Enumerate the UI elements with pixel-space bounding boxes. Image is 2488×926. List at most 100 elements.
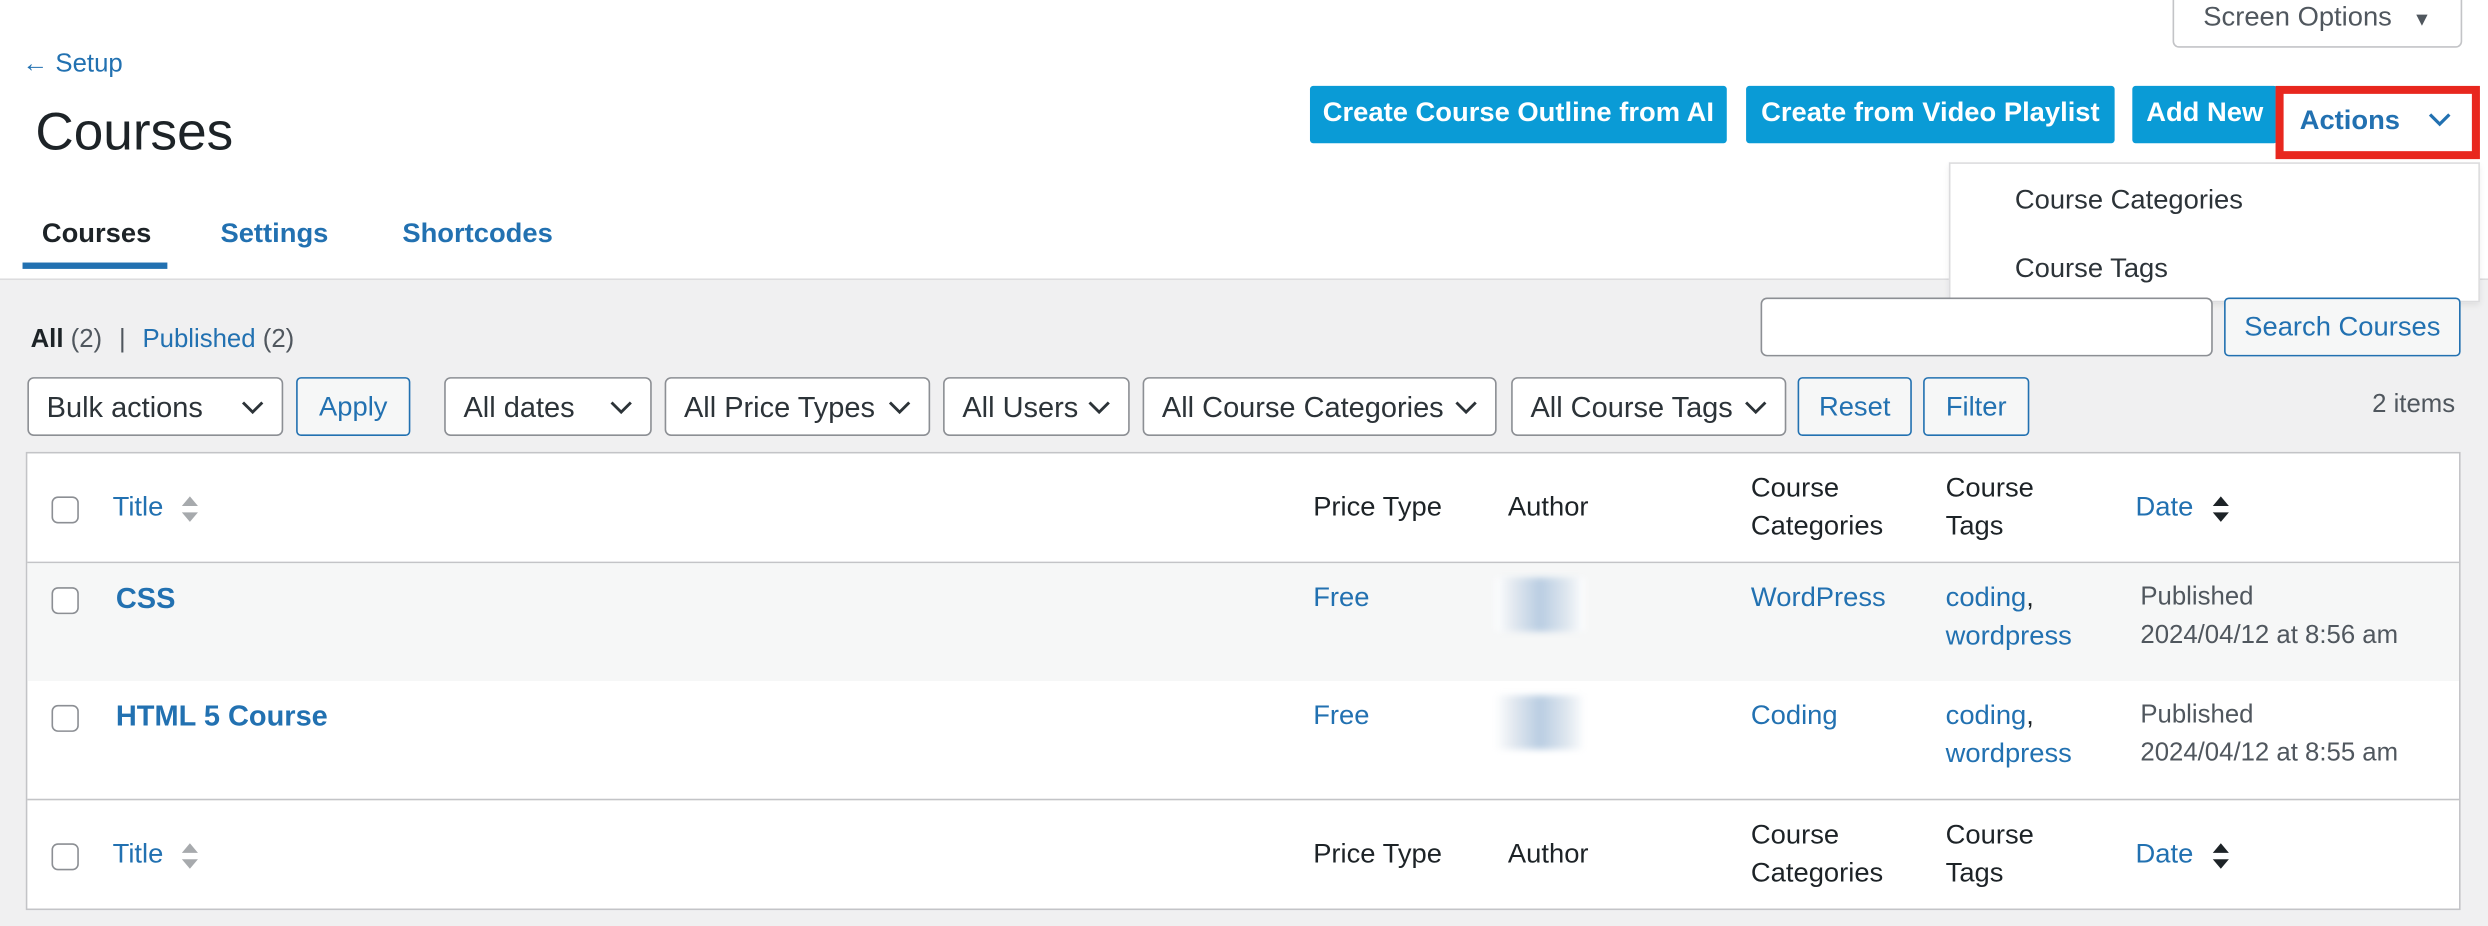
row-tag-link[interactable]: wordpress — [1946, 621, 2072, 651]
sort-icon — [182, 495, 199, 522]
col-title-label[interactable]: Title — [113, 839, 164, 869]
select-all-checkbox[interactable] — [51, 843, 79, 871]
row-title-cell: HTML 5 Course — [116, 697, 328, 737]
row-title-link[interactable]: CSS — [116, 582, 176, 614]
row-tag-link[interactable]: wordpress — [1946, 738, 2072, 768]
col-course-categories: Course Categories — [1751, 816, 1883, 892]
all-count: (2) — [70, 326, 103, 354]
col-course-categories-line2: Categories — [1750, 510, 1884, 541]
tab-courses[interactable]: Courses — [42, 218, 151, 250]
col-date-label[interactable]: Date — [2136, 492, 2194, 522]
row-title-cell: CSS — [116, 579, 176, 619]
chevron-down-icon — [610, 401, 632, 415]
col-course-categories-line2: Categories — [1750, 857, 1884, 888]
col-author: Author — [1507, 491, 1589, 522]
row-checkbox[interactable] — [51, 704, 79, 732]
col-course-tags: Course Tags — [1946, 816, 2034, 892]
active-tab-indicator — [22, 262, 168, 269]
select-all-checkbox[interactable] — [51, 496, 79, 524]
chevron-down-icon — [2428, 113, 2451, 127]
row-status: Published — [2140, 701, 2254, 729]
author-avatar — [1495, 695, 1586, 750]
chevron-down-icon — [888, 401, 911, 415]
actions-label: Actions — [2299, 105, 2401, 136]
bulk-actions-select[interactable]: Bulk actions — [27, 377, 284, 436]
status-filter-links: All (2) | Published (2) — [31, 326, 295, 355]
row-tags: coding, wordpress — [1945, 700, 2072, 769]
col-title[interactable]: Title — [113, 835, 200, 873]
course-tags-select[interactable]: All Course Tags — [1511, 377, 1787, 436]
col-price-type: Price Type — [1313, 491, 1442, 522]
row-tags: coding, wordpress — [1945, 582, 2072, 651]
row-date-value: 2024/04/12 at 8:56 am — [2140, 622, 2399, 650]
col-course-tags-line2: Tags — [1945, 510, 2004, 541]
create-outline-ai-button[interactable]: Create Course Outline from AI — [1309, 85, 1727, 144]
menu-item-course-tags[interactable]: Course Tags — [2015, 253, 2168, 285]
add-new-button[interactable]: Add New — [2132, 85, 2278, 144]
dates-select[interactable]: All dates — [444, 377, 652, 436]
row-date: Published 2024/04/12 at 8:55 am — [2140, 697, 2398, 773]
filter-published-link[interactable]: Published — [142, 326, 255, 353]
price-types-value: All Price Types — [683, 391, 876, 424]
row-tag-link[interactable]: coding — [1946, 700, 2027, 730]
users-select[interactable]: All Users — [943, 377, 1130, 436]
col-title[interactable]: Title — [113, 488, 200, 526]
tab-settings[interactable]: Settings — [220, 218, 328, 250]
table-row: CSS Free WordPress coding, wordpress Pub… — [27, 563, 2460, 681]
tab-shortcodes[interactable]: Shortcodes — [402, 218, 553, 250]
col-course-categories-line1: Course — [1750, 819, 1840, 850]
chevron-down-icon — [1745, 401, 1767, 415]
screen-options-label: Screen Options — [2203, 1, 2392, 32]
dates-value: All dates — [463, 391, 575, 424]
back-setup-link[interactable]: ← Setup — [23, 51, 123, 80]
col-title-label[interactable]: Title — [113, 492, 164, 522]
screen-options-button[interactable]: Screen Options ▼ — [2172, 0, 2463, 48]
chevron-down-icon — [1455, 401, 1477, 415]
filter-button[interactable]: Filter — [1923, 377, 2030, 436]
items-count: 2 items — [2372, 391, 2456, 419]
row-category-link[interactable]: Coding — [1751, 700, 1838, 730]
search-input[interactable] — [1760, 297, 2213, 357]
col-course-tags-line1: Course — [1945, 819, 2034, 850]
col-date-label[interactable]: Date — [2136, 839, 2194, 869]
row-checkbox[interactable] — [51, 587, 79, 615]
bulk-actions-value: Bulk actions — [46, 391, 203, 424]
separator: | — [118, 326, 126, 354]
col-course-categories: Course Categories — [1751, 469, 1883, 545]
row-status: Published — [2140, 583, 2254, 611]
published-count: (2) — [262, 326, 295, 354]
table-header: Title Price Type Author Course Categorie… — [27, 453, 2459, 561]
col-date[interactable]: Date — [2136, 835, 2230, 873]
actions-button[interactable]: Actions — [2275, 85, 2480, 160]
col-date[interactable]: Date — [2136, 488, 2230, 526]
col-course-tags-line1: Course — [1945, 472, 2034, 503]
row-category-link[interactable]: WordPress — [1751, 582, 1886, 612]
row-tag-link[interactable]: coding — [1946, 582, 2027, 612]
row-date-value: 2024/04/12 at 8:55 am — [2140, 739, 2399, 767]
author-avatar — [1495, 577, 1586, 632]
course-categories-select[interactable]: All Course Categories — [1142, 377, 1497, 436]
sort-icon — [2212, 495, 2229, 522]
table-row: HTML 5 Course Free Coding coding, wordpr… — [27, 681, 2459, 799]
menu-item-course-categories[interactable]: Course Categories — [2015, 185, 2243, 217]
create-from-playlist-button[interactable]: Create from Video Playlist — [1746, 85, 2115, 144]
table-footer: Title Price Type Author Course Categorie… — [27, 800, 2459, 908]
price-types-select[interactable]: All Price Types — [664, 377, 931, 436]
row-category-cell: WordPress — [1751, 579, 1886, 617]
reset-button[interactable]: Reset — [1797, 377, 1912, 436]
row-category-cell: Coding — [1751, 697, 1838, 735]
filter-all-link[interactable]: All — [31, 326, 64, 353]
chevron-down-icon — [1088, 401, 1110, 415]
courses-table: Title Price Type Author Course Categorie… — [25, 451, 2461, 911]
row-title-link[interactable]: HTML 5 Course — [116, 700, 328, 732]
chevron-down-icon — [241, 401, 264, 415]
row-price-type-cell: Free — [1313, 579, 1369, 617]
course-categories-value: All Course Categories — [1161, 391, 1444, 424]
col-author: Author — [1507, 838, 1589, 869]
row-price-type-link[interactable]: Free — [1313, 700, 1369, 730]
sort-icon — [182, 842, 199, 868]
row-price-type-link[interactable]: Free — [1313, 582, 1369, 612]
search-courses-button[interactable]: Search Courses — [2224, 297, 2461, 357]
row-date: Published 2024/04/12 at 8:56 am — [2140, 579, 2398, 655]
apply-button[interactable]: Apply — [296, 377, 411, 436]
